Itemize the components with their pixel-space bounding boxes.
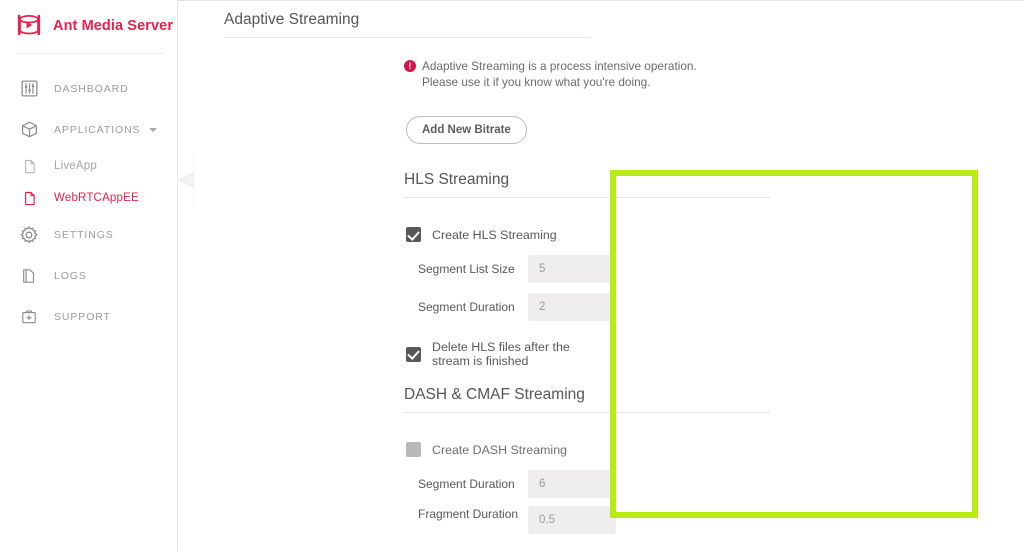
checkbox-box: [406, 442, 421, 457]
equalizer-icon: [16, 76, 42, 102]
adaptive-streaming-heading: Adaptive Streaming: [224, 11, 590, 38]
sidebar-item-logs[interactable]: LOGS: [0, 255, 177, 296]
sidebar-item-applications[interactable]: APPLICATIONS: [0, 109, 177, 150]
sidebar-item-webrtcappee[interactable]: WebRTCAppEE: [0, 182, 177, 214]
brand[interactable]: Ant Media Server: [0, 0, 177, 53]
fragment-duration-label: Fragment Duration: [418, 507, 519, 521]
sidebar-collapse-handle[interactable]: [177, 155, 195, 205]
segment-list-size-label: Segment List Size: [418, 261, 515, 276]
add-new-bitrate-button[interactable]: Add New Bitrate: [406, 116, 527, 144]
logs-pages-icon: [16, 263, 42, 289]
sidebar-item-settings[interactable]: SETTINGS: [0, 214, 177, 255]
sidebar: Ant Media Server DASHBOARD APPLICATIONS …: [0, 0, 195, 551]
sidebar-item-liveapp[interactable]: LiveApp: [0, 150, 177, 182]
brand-name: Ant Media Server: [53, 18, 174, 34]
main-content: Adaptive Streaming ! Adaptive Streaming …: [178, 0, 1024, 551]
hls-segment-duration-label: Segment Duration: [418, 299, 515, 314]
column-recording: Only Publisher Publisher and all Players…: [598, 1, 1024, 551]
briefcase-plus-icon: [16, 304, 42, 330]
sidebar-item-label: SUPPORT: [54, 310, 111, 323]
hls-segment-duration-row: Segment Duration: [418, 293, 616, 321]
delete-hls-files-checkbox[interactable]: Delete HLS files after the stream is fin…: [406, 340, 598, 368]
create-hls-streaming-label: Create HLS Streaming: [432, 227, 557, 242]
fragment-duration-row: Fragment Duration: [418, 506, 616, 534]
file-icon: [16, 153, 42, 179]
checkbox-box: [406, 227, 421, 242]
create-dash-streaming-label: Create DASH Streaming: [432, 442, 567, 457]
chevron-down-icon[interactable]: [149, 127, 157, 132]
sidebar-item-label: SETTINGS: [54, 228, 114, 241]
app-root: Ant Media Server DASHBOARD APPLICATIONS …: [0, 0, 1024, 551]
dash-segment-duration-row: Segment Duration: [418, 470, 616, 498]
sidebar-nav: DASHBOARD APPLICATIONS LiveApp WebRTCApp…: [0, 54, 177, 337]
create-dash-streaming-checkbox[interactable]: Create DASH Streaming: [406, 442, 567, 457]
column-streaming: Adaptive Streaming ! Adaptive Streaming …: [178, 1, 770, 551]
gear-icon: [16, 222, 42, 248]
checkbox-box: [406, 346, 421, 362]
sidebar-item-label: LOGS: [54, 269, 87, 282]
create-hls-streaming-checkbox[interactable]: Create HLS Streaming: [406, 227, 557, 242]
sidebar-item-label: DASHBOARD: [54, 82, 129, 95]
exclamation-circle-icon: !: [404, 60, 416, 72]
file-icon: [16, 185, 42, 211]
sidebar-item-label: WebRTCAppEE: [54, 192, 139, 204]
box-icon: [16, 117, 42, 143]
ant-media-drum-logo-icon: [14, 13, 44, 39]
sidebar-item-support[interactable]: SUPPORT: [0, 296, 177, 337]
segment-list-size-row: Segment List Size: [418, 255, 616, 283]
delete-hls-files-label: Delete HLS files after the stream is fin…: [432, 340, 570, 368]
dash-segment-duration-label: Segment Duration: [418, 476, 515, 491]
sidebar-item-label: LiveApp: [54, 160, 97, 172]
sidebar-item-label: APPLICATIONS: [54, 123, 141, 136]
sidebar-item-dashboard[interactable]: DASHBOARD: [0, 68, 177, 109]
